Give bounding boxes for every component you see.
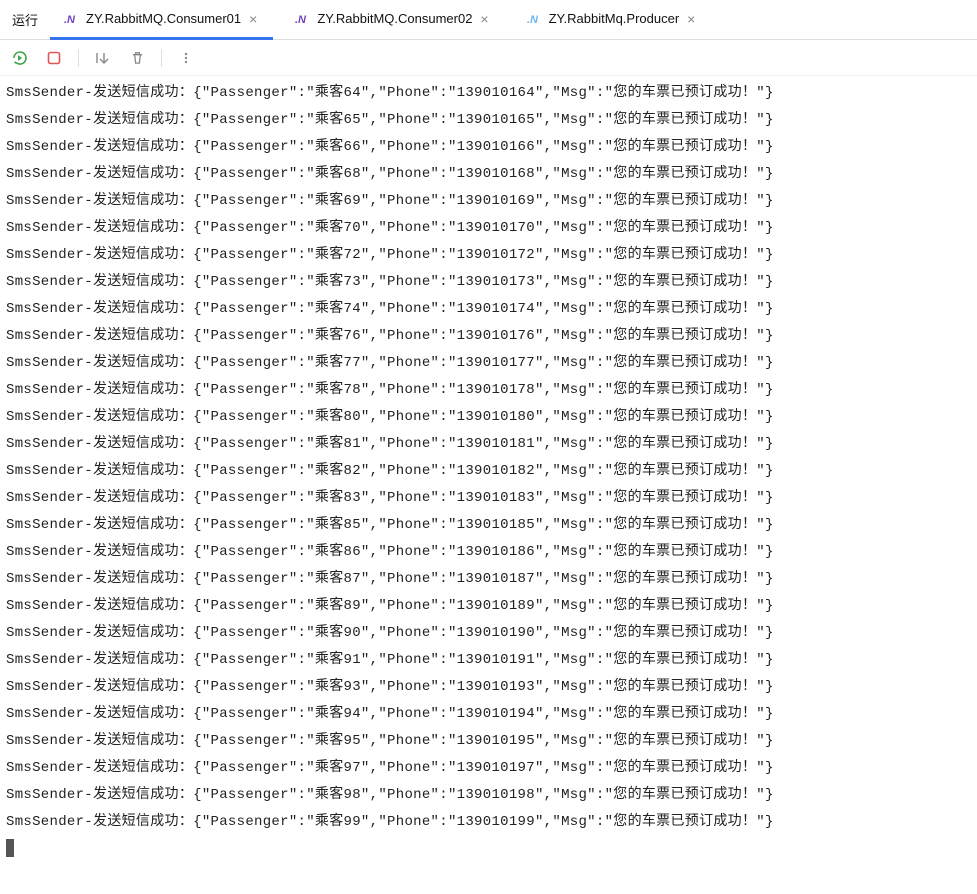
console-line: SmsSender-发送短信成功：{"Passenger":"乘客85","Ph… [6,512,971,539]
console-output[interactable]: SmsSender-发送短信成功：{"Passenger":"乘客64","Ph… [0,76,977,871]
console-line: SmsSender-发送短信成功：{"Passenger":"乘客69","Ph… [6,188,971,215]
tab-producer[interactable]: .N ZY.RabbitMq.Producer × [513,0,712,40]
separator [161,49,162,67]
console-line: SmsSender-发送短信成功：{"Passenger":"乘客81","Ph… [6,431,971,458]
console-line: SmsSender-发送短信成功：{"Passenger":"乘客70","Ph… [6,215,971,242]
console-line: SmsSender-发送短信成功：{"Passenger":"乘客95","Ph… [6,728,971,755]
run-label: 运行 [12,10,38,29]
console-line: SmsSender-发送短信成功：{"Passenger":"乘客77","Ph… [6,350,971,377]
svg-text:.N: .N [295,14,307,26]
console-line: SmsSender-发送短信成功：{"Passenger":"乘客86","Ph… [6,539,971,566]
console-line: SmsSender-发送短信成功：{"Passenger":"乘客82","Ph… [6,458,971,485]
cursor [6,839,14,857]
clear-button[interactable] [127,48,147,68]
console-line: SmsSender-发送短信成功：{"Passenger":"乘客99","Ph… [6,809,971,836]
dotnet-icon: .N [527,11,543,27]
console-line: SmsSender-发送短信成功：{"Passenger":"乘客89","Ph… [6,593,971,620]
tab-consumer01[interactable]: .N ZY.RabbitMQ.Consumer01 × [50,0,273,40]
tab-label: ZY.RabbitMQ.Consumer02 [317,11,472,26]
scroll-to-end-button[interactable] [93,48,113,68]
more-button[interactable] [176,48,196,68]
dotnet-icon: .N [64,11,80,27]
svg-text:.N: .N [64,14,76,26]
tab-label: ZY.RabbitMq.Producer [549,11,680,26]
tab-label: ZY.RabbitMQ.Consumer01 [86,11,241,26]
console-line: SmsSender-发送短信成功：{"Passenger":"乘客64","Ph… [6,80,971,107]
console-line: SmsSender-发送短信成功：{"Passenger":"乘客93","Ph… [6,674,971,701]
console-line: SmsSender-发送短信成功：{"Passenger":"乘客80","Ph… [6,404,971,431]
dotnet-icon: .N [295,11,311,27]
console-line: SmsSender-发送短信成功：{"Passenger":"乘客94","Ph… [6,701,971,728]
tab-consumer02[interactable]: .N ZY.RabbitMQ.Consumer02 × [281,0,504,40]
separator [78,49,79,67]
console-line: SmsSender-发送短信成功：{"Passenger":"乘客65","Ph… [6,107,971,134]
svg-text:.N: .N [527,14,539,26]
console-line: SmsSender-发送短信成功：{"Passenger":"乘客90","Ph… [6,620,971,647]
console-toolbar [0,40,977,76]
console-line: SmsSender-发送短信成功：{"Passenger":"乘客66","Ph… [6,134,971,161]
console-line: SmsSender-发送短信成功：{"Passenger":"乘客97","Ph… [6,755,971,782]
console-line: SmsSender-发送短信成功：{"Passenger":"乘客87","Ph… [6,566,971,593]
console-line: SmsSender-发送短信成功：{"Passenger":"乘客78","Ph… [6,377,971,404]
console-line: SmsSender-发送短信成功：{"Passenger":"乘客73","Ph… [6,269,971,296]
console-line: SmsSender-发送短信成功：{"Passenger":"乘客74","Ph… [6,296,971,323]
console-line: SmsSender-发送短信成功：{"Passenger":"乘客76","Ph… [6,323,971,350]
close-icon[interactable]: × [478,12,490,26]
run-header: 运行 .N ZY.RabbitMQ.Consumer01 × .N ZY.Rab… [0,0,977,40]
rerun-button[interactable] [10,48,30,68]
console-line: SmsSender-发送短信成功：{"Passenger":"乘客98","Ph… [6,782,971,809]
console-line: SmsSender-发送短信成功：{"Passenger":"乘客83","Ph… [6,485,971,512]
console-line: SmsSender-发送短信成功：{"Passenger":"乘客72","Ph… [6,242,971,269]
close-icon[interactable]: × [247,12,259,26]
stop-button[interactable] [44,48,64,68]
console-line: SmsSender-发送短信成功：{"Passenger":"乘客91","Ph… [6,647,971,674]
console-line: SmsSender-发送短信成功：{"Passenger":"乘客68","Ph… [6,161,971,188]
close-icon[interactable]: × [685,12,697,26]
